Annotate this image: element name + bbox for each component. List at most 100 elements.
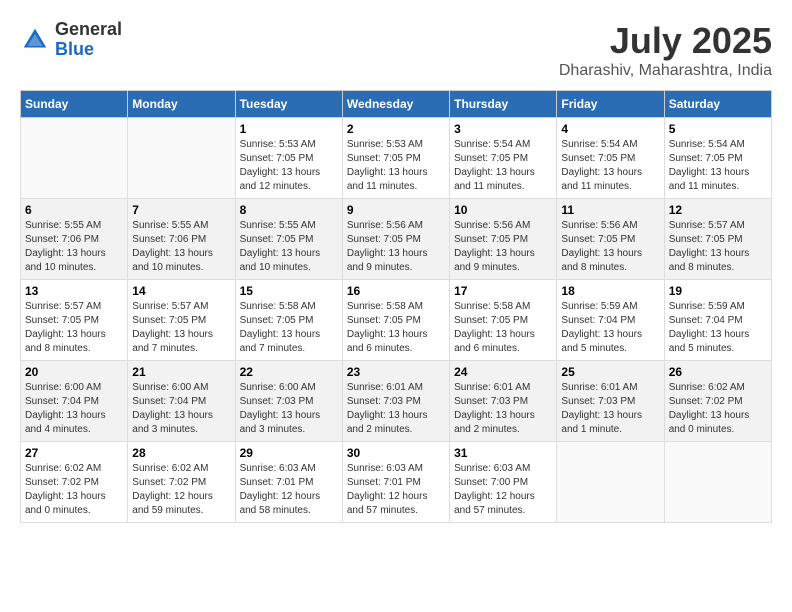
day-number: 30 — [347, 446, 445, 460]
weekday-header-row: SundayMondayTuesdayWednesdayThursdayFrid… — [21, 91, 772, 118]
day-number: 25 — [561, 365, 659, 379]
calendar-cell: 17 Sunrise: 5:58 AM Sunset: 7:05 PM Dayli… — [450, 280, 557, 361]
weekday-header: Monday — [128, 91, 235, 118]
day-number: 20 — [25, 365, 123, 379]
day-info: Sunrise: 5:54 AM Sunset: 7:05 PM Dayligh… — [454, 138, 552, 194]
logo-general: General — [55, 20, 122, 40]
calendar-cell: 14 Sunrise: 5:57 AM Sunset: 7:05 PM Dayli… — [128, 280, 235, 361]
calendar-cell: 20 Sunrise: 6:00 AM Sunset: 7:04 PM Dayli… — [21, 361, 128, 442]
day-info: Sunrise: 5:56 AM Sunset: 7:05 PM Dayligh… — [561, 219, 659, 275]
day-number: 7 — [132, 203, 230, 217]
calendar-week-row: 6 Sunrise: 5:55 AM Sunset: 7:06 PM Daylig… — [21, 199, 772, 280]
calendar-cell: 9Sunrise: 5:56 AM Sunset: 7:05 PM Daylig… — [342, 199, 449, 280]
calendar-cell: 23Sunrise: 6:01 AM Sunset: 7:03 PM Dayli… — [342, 361, 449, 442]
day-info: Sunrise: 6:03 AM Sunset: 7:01 PM Dayligh… — [347, 462, 445, 518]
calendar-cell: 24 Sunrise: 6:01 AM Sunset: 7:03 PM Dayli… — [450, 361, 557, 442]
title-block: July 2025 Dharashiv, Maharashtra, India — [559, 20, 772, 80]
calendar-cell: 28 Sunrise: 6:02 AM Sunset: 7:02 PM Dayli… — [128, 442, 235, 523]
logo: General Blue — [20, 20, 122, 60]
day-info: Sunrise: 5:57 AM Sunset: 7:05 PM Dayligh… — [132, 300, 230, 356]
calendar-cell: 3 Sunrise: 5:54 AM Sunset: 7:05 PM Daylig… — [450, 118, 557, 199]
calendar-cell: 13 Sunrise: 5:57 AM Sunset: 7:05 PM Dayli… — [21, 280, 128, 361]
day-info: Sunrise: 5:54 AM Sunset: 7:05 PM Dayligh… — [669, 138, 767, 194]
calendar-cell: 5 Sunrise: 5:54 AM Sunset: 7:05 PM Daylig… — [664, 118, 771, 199]
calendar-cell: 18Sunrise: 5:59 AM Sunset: 7:04 PM Dayli… — [557, 280, 664, 361]
day-number: 21 — [132, 365, 230, 379]
day-info: Sunrise: 6:02 AM Sunset: 7:02 PM Dayligh… — [669, 381, 767, 437]
day-info: Sunrise: 5:57 AM Sunset: 7:05 PM Dayligh… — [669, 219, 767, 275]
calendar-cell: 30 Sunrise: 6:03 AM Sunset: 7:01 PM Dayli… — [342, 442, 449, 523]
day-number: 17 — [454, 284, 552, 298]
day-info: Sunrise: 5:58 AM Sunset: 7:05 PM Dayligh… — [347, 300, 445, 356]
day-number: 10 — [454, 203, 552, 217]
logo-text: General Blue — [55, 20, 122, 60]
calendar-cell: 12 Sunrise: 5:57 AM Sunset: 7:05 PM Dayli… — [664, 199, 771, 280]
day-info: Sunrise: 5:55 AM Sunset: 7:05 PM Dayligh… — [240, 219, 338, 275]
calendar-cell: 26 Sunrise: 6:02 AM Sunset: 7:02 PM Dayli… — [664, 361, 771, 442]
page-header: General Blue July 2025 Dharashiv, Mahara… — [20, 20, 772, 80]
day-number: 4 — [561, 122, 659, 136]
day-info: Sunrise: 6:01 AM Sunset: 7:03 PM Dayligh… — [454, 381, 552, 437]
day-number: 1 — [240, 122, 338, 136]
calendar-cell — [128, 118, 235, 199]
day-info: Sunrise: 6:00 AM Sunset: 7:04 PM Dayligh… — [25, 381, 123, 437]
weekday-header: Sunday — [21, 91, 128, 118]
day-number: 15 — [240, 284, 338, 298]
day-number: 14 — [132, 284, 230, 298]
calendar-cell: 7 Sunrise: 5:55 AM Sunset: 7:06 PM Daylig… — [128, 199, 235, 280]
day-info: Sunrise: 5:58 AM Sunset: 7:05 PM Dayligh… — [454, 300, 552, 356]
day-number: 2 — [347, 122, 445, 136]
calendar-cell — [21, 118, 128, 199]
day-info: Sunrise: 5:55 AM Sunset: 7:06 PM Dayligh… — [25, 219, 123, 275]
day-number: 28 — [132, 446, 230, 460]
calendar-cell — [557, 442, 664, 523]
day-number: 31 — [454, 446, 552, 460]
day-number: 19 — [669, 284, 767, 298]
day-number: 23 — [347, 365, 445, 379]
calendar-cell: 1Sunrise: 5:53 AM Sunset: 7:05 PM Daylig… — [235, 118, 342, 199]
calendar-cell: 27Sunrise: 6:02 AM Sunset: 7:02 PM Dayli… — [21, 442, 128, 523]
day-number: 26 — [669, 365, 767, 379]
weekday-header: Wednesday — [342, 91, 449, 118]
calendar-week-row: 13 Sunrise: 5:57 AM Sunset: 7:05 PM Dayli… — [21, 280, 772, 361]
calendar-cell: 25 Sunrise: 6:01 AM Sunset: 7:03 PM Dayli… — [557, 361, 664, 442]
day-info: Sunrise: 5:59 AM Sunset: 7:04 PM Dayligh… — [669, 300, 767, 356]
calendar-cell: 19 Sunrise: 5:59 AM Sunset: 7:04 PM Dayli… — [664, 280, 771, 361]
calendar-cell — [664, 442, 771, 523]
calendar-cell: 29Sunrise: 6:03 AM Sunset: 7:01 PM Dayli… — [235, 442, 342, 523]
weekday-header: Thursday — [450, 91, 557, 118]
calendar-week-row: 20 Sunrise: 6:00 AM Sunset: 7:04 PM Dayli… — [21, 361, 772, 442]
weekday-header: Tuesday — [235, 91, 342, 118]
day-info: Sunrise: 5:53 AM Sunset: 7:05 PM Dayligh… — [347, 138, 445, 194]
calendar-cell: 6 Sunrise: 5:55 AM Sunset: 7:06 PM Daylig… — [21, 199, 128, 280]
calendar-week-row: 27Sunrise: 6:02 AM Sunset: 7:02 PM Dayli… — [21, 442, 772, 523]
day-info: Sunrise: 5:56 AM Sunset: 7:05 PM Dayligh… — [454, 219, 552, 275]
calendar-cell: 31Sunrise: 6:03 AM Sunset: 7:00 PM Dayli… — [450, 442, 557, 523]
calendar-cell: 16 Sunrise: 5:58 AM Sunset: 7:05 PM Dayli… — [342, 280, 449, 361]
day-info: Sunrise: 5:58 AM Sunset: 7:05 PM Dayligh… — [240, 300, 338, 356]
day-number: 24 — [454, 365, 552, 379]
day-number: 16 — [347, 284, 445, 298]
weekday-header: Saturday — [664, 91, 771, 118]
day-info: Sunrise: 6:03 AM Sunset: 7:01 PM Dayligh… — [240, 462, 338, 518]
day-info: Sunrise: 5:59 AM Sunset: 7:04 PM Dayligh… — [561, 300, 659, 356]
day-number: 12 — [669, 203, 767, 217]
day-number: 3 — [454, 122, 552, 136]
weekday-header: Friday — [557, 91, 664, 118]
day-info: Sunrise: 6:02 AM Sunset: 7:02 PM Dayligh… — [132, 462, 230, 518]
day-info: Sunrise: 5:54 AM Sunset: 7:05 PM Dayligh… — [561, 138, 659, 194]
day-info: Sunrise: 5:57 AM Sunset: 7:05 PM Dayligh… — [25, 300, 123, 356]
calendar-cell: 8Sunrise: 5:55 AM Sunset: 7:05 PM Daylig… — [235, 199, 342, 280]
day-number: 13 — [25, 284, 123, 298]
location: Dharashiv, Maharashtra, India — [559, 62, 772, 80]
day-info: Sunrise: 6:00 AM Sunset: 7:04 PM Dayligh… — [132, 381, 230, 437]
day-info: Sunrise: 6:01 AM Sunset: 7:03 PM Dayligh… — [561, 381, 659, 437]
calendar-cell: 11Sunrise: 5:56 AM Sunset: 7:05 PM Dayli… — [557, 199, 664, 280]
month-title: July 2025 — [559, 20, 772, 62]
logo-icon — [20, 25, 50, 55]
calendar-cell: 21 Sunrise: 6:00 AM Sunset: 7:04 PM Dayli… — [128, 361, 235, 442]
calendar-cell: 15 Sunrise: 5:58 AM Sunset: 7:05 PM Dayli… — [235, 280, 342, 361]
day-number: 6 — [25, 203, 123, 217]
day-number: 5 — [669, 122, 767, 136]
day-info: Sunrise: 5:55 AM Sunset: 7:06 PM Dayligh… — [132, 219, 230, 275]
